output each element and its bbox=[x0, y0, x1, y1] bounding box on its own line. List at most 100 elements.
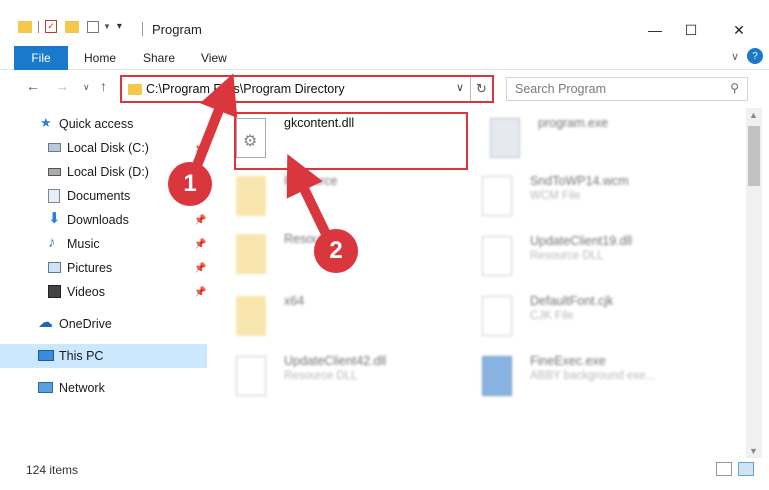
chevron-down-icon[interactable]: ▼ bbox=[103, 22, 111, 31]
sidebar-item-label: Local Disk (C:) bbox=[67, 141, 149, 155]
customize-dropdown-icon[interactable]: ▾ bbox=[117, 21, 122, 32]
folder-icon[interactable] bbox=[18, 20, 32, 33]
address-bar[interactable]: C:\Program Files\Program Directory ∨ ↻ bbox=[120, 75, 494, 103]
details-view-icon[interactable] bbox=[716, 462, 732, 476]
folder-icon bbox=[236, 176, 266, 216]
status-bar: 124 items bbox=[0, 458, 769, 484]
sidebar-item-label: Downloads bbox=[67, 213, 129, 227]
pin-icon: 📌 bbox=[194, 238, 207, 250]
up-button[interactable]: ↑ bbox=[100, 78, 107, 94]
dll-gear-icon bbox=[482, 236, 512, 276]
tab-view[interactable]: View bbox=[201, 46, 227, 70]
sidebar-item-label: Quick access bbox=[59, 117, 134, 131]
search-placeholder: Search Program bbox=[515, 82, 607, 96]
search-input[interactable]: Search Program ⚲ bbox=[506, 77, 748, 101]
large-icons-view-icon[interactable] bbox=[738, 462, 754, 476]
scroll-down-icon[interactable]: ▼ bbox=[749, 446, 758, 456]
drive-icon bbox=[48, 168, 61, 176]
file-type: ABBY background exe... bbox=[530, 370, 656, 382]
refresh-icon[interactable]: ↻ bbox=[470, 77, 492, 101]
pin-icon: 📌 bbox=[194, 262, 207, 274]
tab-home[interactable]: Home bbox=[84, 46, 116, 70]
file-item-defaultfont[interactable]: DefaultFont.cjk CJK File bbox=[482, 292, 732, 348]
file-type: Resource DLL bbox=[530, 250, 604, 262]
new-folder-icon[interactable] bbox=[65, 20, 79, 33]
tab-share[interactable]: Share bbox=[143, 46, 175, 70]
exe-icon bbox=[482, 356, 512, 396]
chevron-down-icon[interactable]: ∨ bbox=[456, 81, 464, 94]
file-item-updateclient19[interactable]: UpdateClient19.dll Resource DLL bbox=[482, 232, 732, 288]
sidebar-item-quick-access[interactable]: ★ Quick access bbox=[0, 112, 207, 136]
close-button[interactable]: ✕ bbox=[716, 18, 762, 42]
file-item-updateclient42[interactable]: UpdateClient42.dll Resource DLL bbox=[236, 352, 486, 408]
folder-icon bbox=[236, 234, 266, 274]
step-2-badge: 2 bbox=[314, 229, 358, 273]
folder-icon bbox=[236, 296, 266, 336]
sidebar-item-music[interactable]: ♪ Music 📌 bbox=[0, 232, 207, 256]
sidebar-item-label: This PC bbox=[59, 349, 104, 363]
videos-icon bbox=[48, 285, 61, 298]
dll-gear-icon bbox=[236, 356, 266, 396]
file-type: Resource DLL bbox=[284, 370, 358, 382]
sidebar-item-label: Documents bbox=[67, 189, 131, 203]
pictures-icon bbox=[48, 262, 61, 273]
maximize-button[interactable]: ☐ bbox=[668, 18, 714, 42]
sidebar-item-label: OneDrive bbox=[59, 317, 112, 331]
sidebar-item-videos[interactable]: Videos 📌 bbox=[0, 280, 207, 304]
computer-icon bbox=[38, 350, 54, 361]
sidebar-item-pictures[interactable]: Pictures 📌 bbox=[0, 256, 207, 280]
file-icon bbox=[482, 176, 512, 216]
file-icon bbox=[482, 296, 512, 336]
tab-file[interactable]: File bbox=[14, 46, 68, 70]
forward-button[interactable]: → bbox=[55, 78, 69, 94]
recent-locations-icon[interactable]: ∨ bbox=[83, 82, 90, 93]
divider bbox=[38, 20, 39, 33]
file-item-resou[interactable]: Resou bbox=[236, 230, 486, 286]
pin-icon: 📌 bbox=[194, 142, 207, 154]
help-icon[interactable]: ? bbox=[747, 48, 763, 64]
ribbon-tabs: File Home Share View ∨ ? bbox=[0, 46, 769, 70]
window-title: Program bbox=[152, 22, 202, 37]
file-name: UpdateClient19.dll bbox=[530, 234, 633, 248]
sidebar-item-this-pc[interactable]: This PC bbox=[0, 344, 207, 368]
highlight-box-file bbox=[234, 112, 468, 170]
address-path[interactable]: C:\Program Files\Program Directory bbox=[146, 82, 345, 96]
navigation-bar: ← → ∨ ↑ C:\Program Files\Program Directo… bbox=[0, 72, 769, 104]
quick-access-toolbar: ✓ ▼ ▾ bbox=[18, 20, 122, 33]
cloud-icon: ☁ bbox=[38, 314, 53, 331]
file-item-program-exe[interactable]: program.exe bbox=[490, 114, 740, 170]
sidebar-item-network[interactable]: Network bbox=[0, 376, 207, 400]
file-item-sndtowp14[interactable]: SndToWP14.wcm WCM File bbox=[482, 172, 732, 228]
vertical-scrollbar[interactable]: ▲ ▼ bbox=[746, 108, 762, 458]
network-icon bbox=[38, 382, 53, 393]
file-item-fineexec[interactable]: FineExec.exe ABBY background exe... bbox=[482, 352, 732, 408]
search-icon[interactable]: ⚲ bbox=[730, 81, 739, 95]
back-button[interactable]: ← bbox=[26, 78, 40, 94]
explorer-window: ✓ ▼ ▾ Program — ☐ ✕ File Home Share View… bbox=[0, 0, 769, 490]
sidebar-item-label: Pictures bbox=[67, 261, 113, 275]
file-type: CJK File bbox=[530, 310, 574, 322]
music-icon: ♪ bbox=[48, 234, 56, 251]
item-count: 124 items bbox=[26, 463, 79, 477]
expand-ribbon-icon[interactable]: ∨ bbox=[731, 50, 739, 63]
downloads-icon: ⬇ bbox=[48, 210, 61, 227]
sidebar-item-label: Videos bbox=[67, 285, 105, 299]
scroll-thumb[interactable] bbox=[748, 126, 760, 186]
step-1-badge: 1 bbox=[168, 162, 212, 206]
sidebar-item-label: Network bbox=[59, 381, 105, 395]
customize-icon[interactable] bbox=[87, 20, 99, 33]
pin-icon: 📌 bbox=[194, 214, 207, 226]
file-item-x64[interactable]: x64 bbox=[236, 292, 486, 348]
sidebar-item-onedrive[interactable]: ☁ OneDrive bbox=[0, 312, 207, 336]
file-name: program.exe bbox=[538, 116, 609, 130]
sidebar-item-local-disk-c[interactable]: Local Disk (C:) 📌 bbox=[0, 136, 207, 160]
star-icon: ★ bbox=[40, 115, 52, 130]
title-bar: ✓ ▼ ▾ Program — ☐ ✕ bbox=[0, 0, 769, 44]
navigation-pane: ★ Quick access Local Disk (C:) 📌 Local D… bbox=[0, 108, 210, 458]
file-name: UpdateClient42.dll bbox=[284, 354, 387, 368]
sidebar-item-downloads[interactable]: ⬇ Downloads 📌 bbox=[0, 208, 207, 232]
file-item-resource[interactable]: Resource bbox=[236, 172, 486, 228]
scroll-up-icon[interactable]: ▲ bbox=[749, 110, 758, 120]
documents-icon bbox=[48, 189, 60, 203]
properties-icon[interactable]: ✓ bbox=[45, 20, 57, 33]
